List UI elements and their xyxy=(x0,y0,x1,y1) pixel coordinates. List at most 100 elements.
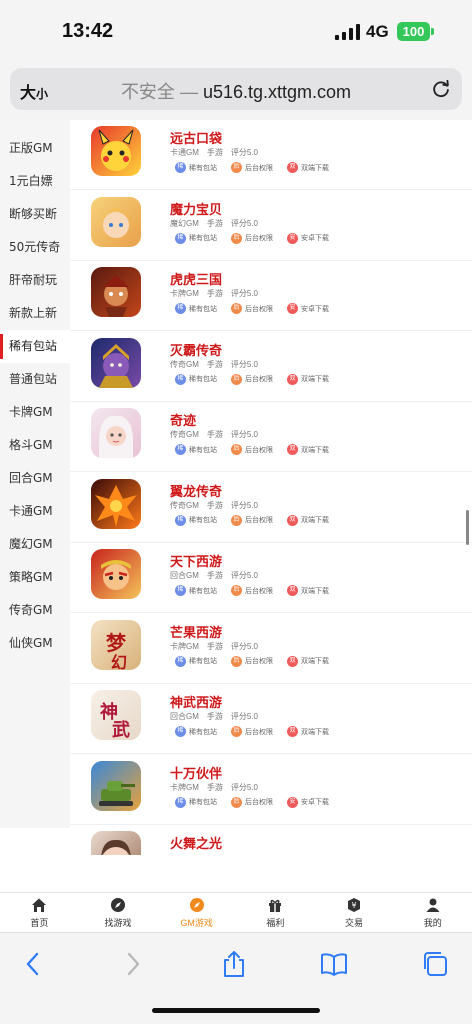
sidebar-item[interactable]: 普通包站 xyxy=(0,363,70,396)
game-row[interactable]: 神武 神武西游 回合GM 手游 评分5.0 稀稀有包站 后后台权限 双双端下载 xyxy=(70,684,472,754)
rare-pack-tag[interactable]: 稀稀有包站 xyxy=(175,232,217,244)
download-button[interactable]: 双双端下载 xyxy=(287,585,329,596)
game-meta: 魔幻GM 手游 评分5.0 xyxy=(170,218,266,229)
download-button[interactable]: 双双端下载 xyxy=(287,373,329,385)
game-name[interactable]: 魔力宝贝 xyxy=(170,199,222,218)
sidebar-item[interactable]: 传奇GM xyxy=(0,594,70,627)
game-row[interactable]: 梦幻 芒果西游 卡牌GM 手游 评分5.0 稀稀有包站 后后台权限 双双端下载 xyxy=(70,614,472,684)
game-name[interactable]: 灭霸传奇 xyxy=(170,340,222,359)
download-button[interactable]: 双双端下载 xyxy=(287,655,329,667)
reload-icon[interactable] xyxy=(430,78,452,100)
game-row[interactable]: 虎虎三国 卡牌GM 手游 评分5.0 稀稀有包站 后后台权限 安安卓下载 xyxy=(70,261,472,331)
rare-pack-tag[interactable]: 稀稀有包站 xyxy=(175,444,217,455)
tab-gm[interactable]: GM游戏 xyxy=(157,893,236,932)
download-button[interactable]: 双双端下载 xyxy=(287,444,329,455)
game-platform: 手游 xyxy=(206,289,223,298)
game-row[interactable]: 远古口袋 卡通GM 手游 评分5.0 稀稀有包站 后后台权限 双双端下载 xyxy=(70,120,472,190)
admin-access-tag[interactable]: 后后台权限 xyxy=(231,232,273,244)
tabs-icon[interactable] xyxy=(420,949,450,979)
pikachu-icon[interactable] xyxy=(91,126,141,176)
url-text[interactable]: 不安全 — u516.tg.xttgm.com xyxy=(10,78,462,104)
tab-user[interactable]: 我的 xyxy=(393,893,472,932)
game-row[interactable]: 灭霸传奇 传奇GM 手游 评分5.0 稀稀有包站 后后台权限 双双端下载 xyxy=(70,332,472,402)
sidebar-item[interactable]: 策略GM xyxy=(0,561,70,594)
back-icon[interactable] xyxy=(18,949,48,979)
download-button[interactable]: 双双端下载 xyxy=(287,726,329,737)
dancer-icon[interactable] xyxy=(91,831,141,855)
game-name[interactable]: 火舞之光 xyxy=(170,833,222,852)
tab-home[interactable]: 首页 xyxy=(0,893,79,932)
download-dot-icon: 双 xyxy=(287,655,298,667)
admin-access-tag[interactable]: 后后台权限 xyxy=(231,303,273,314)
download-button[interactable]: 安安卓下载 xyxy=(287,232,329,244)
admin-access-tag[interactable]: 后后台权限 xyxy=(231,444,273,455)
admin-access-tag[interactable]: 后后台权限 xyxy=(231,796,273,808)
admin-access-tag[interactable]: 后后台权限 xyxy=(231,162,273,173)
download-button[interactable]: 安安卓下载 xyxy=(287,796,329,808)
sidebar-item[interactable]: 回合GM xyxy=(0,462,70,495)
game-name[interactable]: 芒果西游 xyxy=(170,622,222,641)
rare-pack-tag[interactable]: 稀稀有包站 xyxy=(175,373,217,385)
address-bar[interactable]: 大小 不安全 — u516.tg.xttgm.com xyxy=(10,68,462,110)
download-button[interactable]: 安安卓下载 xyxy=(287,303,329,314)
rare-pack-tag[interactable]: 稀稀有包站 xyxy=(175,655,217,667)
angel-icon[interactable] xyxy=(91,196,141,247)
scroll-indicator[interactable] xyxy=(466,510,469,545)
girl-icon[interactable] xyxy=(91,408,141,458)
rare-pack-tag[interactable]: 稀稀有包站 xyxy=(175,585,217,596)
bookmarks-icon[interactable] xyxy=(319,949,349,979)
monkey-icon[interactable] xyxy=(91,549,141,599)
game-name[interactable]: 虎虎三国 xyxy=(170,269,222,288)
sidebar-item[interactable]: 仙侠GM xyxy=(0,627,70,660)
admin-access-tag[interactable]: 后后台权限 xyxy=(231,655,273,667)
download-button[interactable]: 双双端下载 xyxy=(287,514,329,526)
sidebar-item[interactable]: 稀有包站 xyxy=(0,330,70,363)
game-name[interactable]: 十万伙伴 xyxy=(170,763,222,782)
admin-access-tag[interactable]: 后后台权限 xyxy=(231,585,273,596)
tab-gift[interactable]: 福利 xyxy=(236,893,315,932)
rare-pack-tag[interactable]: 稀稀有包站 xyxy=(175,162,217,173)
sidebar-item[interactable]: 卡通GM xyxy=(0,495,70,528)
sidebar-item[interactable]: 断够买断 xyxy=(0,198,70,231)
game-name[interactable]: 翼龙传奇 xyxy=(170,481,222,500)
sidebar-item[interactable]: 50元传奇 xyxy=(0,231,70,264)
rare-pack-tag[interactable]: 稀稀有包站 xyxy=(175,514,217,526)
game-row[interactable]: 天下西游 回合GM 手游 评分5.0 稀稀有包站 后后台权限 双双端下载 xyxy=(70,543,472,613)
admin-access-tag[interactable]: 后后台权限 xyxy=(231,726,273,737)
forward-icon[interactable] xyxy=(118,949,148,979)
share-icon[interactable] xyxy=(219,949,249,979)
game-row[interactable]: 奇迹 传奇GM 手游 评分5.0 稀稀有包站 后后台权限 双双端下载 xyxy=(70,402,472,472)
admin-access-tag[interactable]: 后后台权限 xyxy=(231,514,273,526)
game-row[interactable]: 魔力宝贝 魔幻GM 手游 评分5.0 稀稀有包站 后后台权限 安安卓下载 xyxy=(70,191,472,261)
download-dot-icon: 双 xyxy=(287,444,298,455)
dream-icon[interactable]: 梦幻 xyxy=(91,619,141,670)
game-name[interactable]: 奇迹 xyxy=(170,410,196,429)
sidebar-item[interactable]: 1元白嫖 xyxy=(0,165,70,198)
download-button[interactable]: 双双端下载 xyxy=(287,162,329,173)
game-name[interactable]: 神武西游 xyxy=(170,692,222,711)
dragon-icon[interactable] xyxy=(91,478,141,529)
game-name[interactable]: 天下西游 xyxy=(170,551,222,570)
game-name[interactable]: 远古口袋 xyxy=(170,128,222,147)
tab-compass[interactable]: 找游戏 xyxy=(79,893,158,932)
game-row[interactable]: 火舞之光 xyxy=(70,825,472,855)
sidebar-item[interactable]: 肝帝耐玩 xyxy=(0,264,70,297)
game-tags: 稀稀有包站 后后台权限 双双端下载 xyxy=(175,585,343,596)
sidebar-item[interactable]: 魔幻GM xyxy=(0,528,70,561)
warrior-icon[interactable] xyxy=(91,267,141,317)
sidebar-item[interactable]: 格斗GM xyxy=(0,429,70,462)
admin-access-tag[interactable]: 后后台权限 xyxy=(231,373,273,385)
tank-icon[interactable] xyxy=(91,760,141,811)
rare-pack-tag[interactable]: 稀稀有包站 xyxy=(175,796,217,808)
shenwu-icon[interactable]: 神武 xyxy=(91,690,141,740)
titan-icon[interactable] xyxy=(91,337,141,388)
rare-pack-tag[interactable]: 稀稀有包站 xyxy=(175,303,217,314)
sidebar-item[interactable]: 卡牌GM xyxy=(0,396,70,429)
rare-pack-tag[interactable]: 稀稀有包站 xyxy=(175,726,217,737)
game-row[interactable]: 十万伙伴 卡牌GM 手游 评分5.0 稀稀有包站 后后台权限 安安卓下载 xyxy=(70,755,472,825)
sidebar-item[interactable]: 新款上新 xyxy=(0,297,70,330)
game-row[interactable]: 翼龙传奇 传奇GM 手游 评分5.0 稀稀有包站 后后台权限 双双端下载 xyxy=(70,473,472,543)
battery-icon: 100 xyxy=(397,22,430,41)
tab-trade[interactable]: ¥ 交易 xyxy=(315,893,394,932)
sidebar-item[interactable]: 正版GM xyxy=(0,132,70,165)
